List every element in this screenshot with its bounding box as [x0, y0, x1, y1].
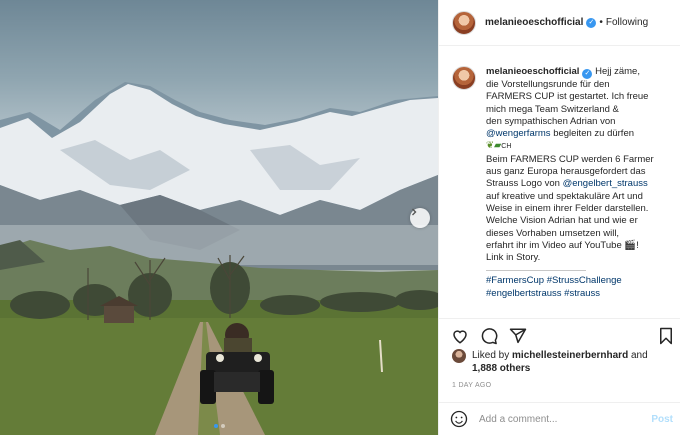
caption-line-text: Hejj zäme, [595, 66, 640, 77]
comment-input[interactable] [479, 413, 639, 425]
verified-badge-icon: ✓ [582, 69, 593, 79]
caption-line-14: dieses Vorhaben umsetzen will, [486, 227, 620, 239]
hashtags-line-2[interactable]: #engelbertstrauss #strauss [486, 288, 674, 300]
bookmark-icon[interactable] [657, 327, 675, 345]
verified-badge-icon: ✓ [586, 17, 597, 28]
caption-line-8: Beim FARMERS CUP werden 6 Farmer [486, 153, 654, 165]
flag-ch-label: CH [501, 143, 512, 151]
emoji-icon[interactable] [450, 410, 468, 428]
mention-engelbert-link[interactable]: @engelbert_strauss [563, 178, 648, 189]
post-timestamp[interactable]: 1 DAY AGO [452, 382, 491, 389]
carousel-dot-active [213, 424, 218, 428]
carousel-next-button[interactable] [410, 208, 430, 228]
landscape-image [0, 82, 438, 435]
liked-by-and: and [630, 350, 648, 361]
caption-line-3: FARMERS CUP ist gestartet. Ich freue [486, 91, 649, 103]
caption-line-10: Strauss Logo von @engelbert_strauss [486, 178, 674, 190]
plant-emoji: ❦ [486, 140, 494, 152]
caption-username[interactable]: melanieoeschofficial [486, 66, 579, 77]
hashtags-line-1[interactable]: #FarmersCup #StrussChallenge [486, 275, 674, 287]
caption-divider [486, 270, 586, 272]
liker-avatar[interactable] [452, 349, 466, 363]
header-username[interactable]: melanieoeschofficial [485, 17, 583, 28]
mention-wengerfarms-link[interactable]: @wengerfarms [486, 128, 551, 139]
post-comment-button[interactable]: Post [651, 414, 673, 425]
caption-line-2: die Vorstellungsrunde für den [486, 79, 610, 90]
caption: melanieoeschofficial ✓ Hejj zäme, die Vor… [452, 66, 674, 300]
caption-line-16: Link in Story. [486, 252, 541, 264]
clapperboard-emoji: 🎬 [624, 239, 637, 251]
caption-avatar[interactable] [452, 66, 476, 90]
heart-icon[interactable] [451, 327, 469, 345]
liked-by-user-link[interactable]: michellesteinerbernhard [512, 350, 628, 361]
carousel-indicator [0, 424, 438, 428]
caption-line-text: mich mega Team Switzerland & [486, 103, 619, 115]
carousel-dot [220, 424, 225, 428]
separator-dot: • [599, 17, 603, 28]
caption-line-13: Welche Vision Adrian hat und wie er [486, 215, 638, 227]
chevron-right-icon [412, 208, 417, 216]
liked-by-label: Liked by [472, 350, 510, 361]
caption-line-text: begleiten zu dürfen [553, 128, 635, 140]
post-side-panel: melanieoeschofficial ✓ • Following melan… [438, 0, 680, 435]
share-icon[interactable] [509, 327, 527, 345]
caption-line-1: melanieoeschofficial ✓ Hejj zäme, [486, 66, 674, 79]
avatar[interactable] [452, 10, 476, 35]
post-header: melanieoeschofficial ✓ • Following [439, 0, 680, 46]
likes-count-link[interactable]: 1,888 others [472, 363, 530, 374]
caption-line-5: den sympathischen Adrian von [486, 115, 616, 127]
likes-summary: Liked by michellesteinerbernhard and 1,8… [452, 349, 677, 375]
following-button[interactable]: Following [606, 17, 648, 28]
caption-line-text: erfahrt ihr im Video auf YouTube [486, 239, 622, 251]
caption-line-12: Weise in einem ihrer Felder darstellen. [486, 202, 649, 214]
likes-text: Liked by michellesteinerbernhard and 1,8… [472, 349, 648, 375]
caption-line-text: Strauss Logo von [486, 178, 560, 190]
post-photo[interactable] [0, 0, 438, 435]
caption-line-9: aus ganz Europa herausgefordert das [486, 166, 646, 178]
caption-line-4: mich mega Team Switzerland & [486, 104, 674, 116]
caption-line-15: erfahrt ihr im Video auf YouTube 🎬! [486, 239, 639, 251]
comment-icon[interactable] [480, 327, 498, 345]
caption-text: melanieoeschofficial ✓ Hejj zäme, die Vor… [486, 66, 674, 300]
comment-bar: Post [439, 402, 680, 435]
caption-line-7: ❦▰CH [486, 140, 674, 153]
caption-line-11: auf kreative und spektakuläre Art und [486, 190, 643, 202]
action-bar [439, 318, 680, 352]
caption-line-6: @wengerfarms begleiten zu dürfen [486, 128, 674, 140]
